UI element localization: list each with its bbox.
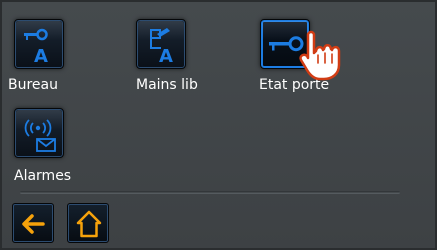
svg-text:A: A <box>159 46 173 67</box>
bureau-label: Bureau <box>8 77 58 93</box>
home-icon <box>76 210 102 238</box>
alarm-envelope-icon <box>24 119 56 152</box>
bureau-button[interactable]: A <box>14 19 64 69</box>
pointer-hand-icon <box>299 30 341 81</box>
arrow-left-icon <box>22 214 45 234</box>
separator-line <box>20 191 400 194</box>
mains-lib-button[interactable]: A <box>136 19 186 69</box>
back-button[interactable] <box>12 203 54 243</box>
handsfree-a-icon: A <box>150 28 173 67</box>
home-button[interactable] <box>67 203 109 243</box>
key-a-icon: A <box>24 28 48 67</box>
screen-frame: A Bureau A Mains lib Etat porte Alarmes <box>0 0 437 250</box>
alarmes-label: Alarmes <box>14 168 72 184</box>
svg-text:A: A <box>34 46 48 67</box>
alarmes-button[interactable] <box>14 108 64 158</box>
mains-lib-label: Mains lib <box>136 77 198 93</box>
